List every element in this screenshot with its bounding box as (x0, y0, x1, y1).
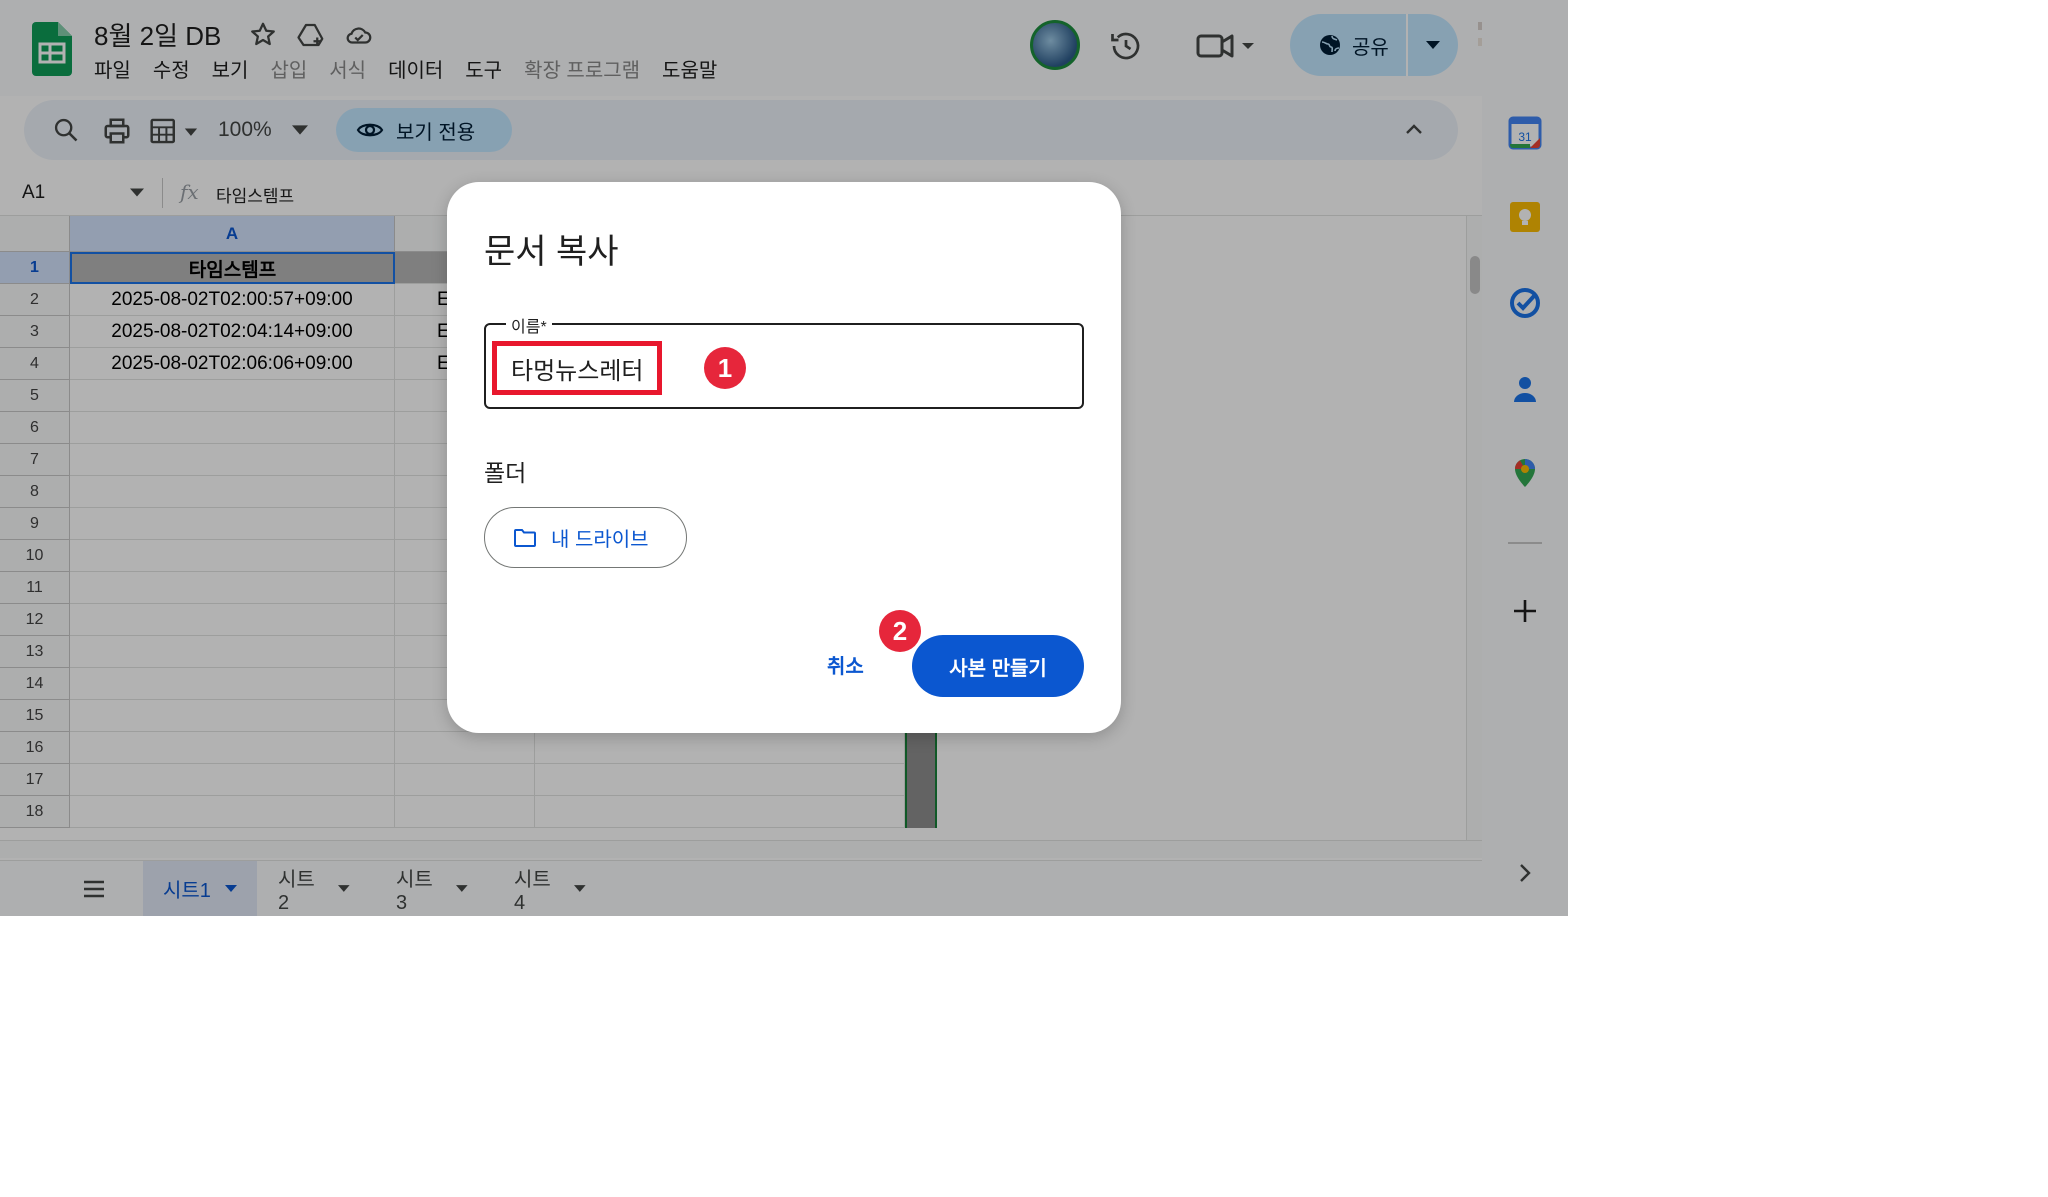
my-drive-folder-button[interactable]: 내 드라이브 (484, 507, 687, 568)
step-1-badge: 1 (704, 347, 746, 389)
copy-document-dialog: 문서 복사 이름* 타멍뉴스레터 1 폴더 내 드라이브 취소 사본 만들기 2 (447, 182, 1121, 733)
cancel-button[interactable]: 취소 (827, 650, 864, 679)
dialog-title: 문서 복사 (484, 233, 619, 271)
name-field-label: 이름* (506, 313, 552, 337)
name-input[interactable]: 타멍뉴스레터 (492, 341, 663, 395)
make-copy-button[interactable]: 사본 만들기 (912, 635, 1084, 697)
name-field[interactable]: 이름* 타멍뉴스레터 1 (484, 313, 1084, 409)
folder-label: 폴더 (484, 460, 527, 486)
folder-button-label: 내 드라이브 (551, 529, 649, 551)
step-2-badge: 2 (879, 610, 921, 652)
folder-icon (514, 528, 536, 547)
